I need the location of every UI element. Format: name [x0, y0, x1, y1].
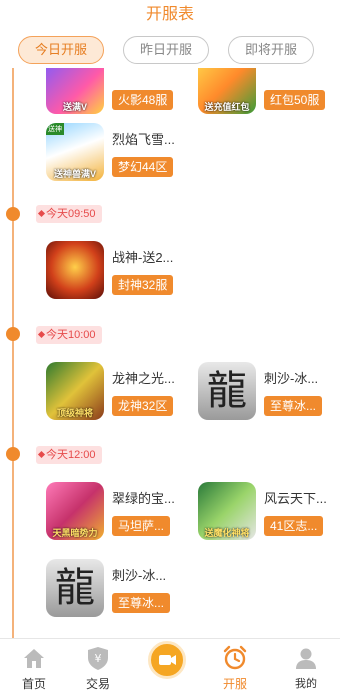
server-timeline[interactable]: 送满V 火影48服 送充值红包 红包50服 送神 送神兽满V 烈焰飞雪... 梦… [0, 68, 340, 638]
center-video-button[interactable] [148, 641, 186, 679]
shield-yen-icon: ¥ [88, 647, 108, 670]
game-name: 翠绿的宝... [112, 491, 175, 506]
game-icon: 龍 [198, 362, 256, 420]
time-tag: 今天12:00 [36, 446, 102, 464]
server-badge[interactable]: 红包50服 [264, 90, 326, 110]
game-icon: 龍 [46, 559, 104, 617]
game-card[interactable]: 送神 送神兽满V 烈焰飞雪... 梦幻44区 [46, 123, 186, 185]
game-icon: 顶级神将 [46, 362, 104, 420]
game-card[interactable]: 顶级神将 龙神之光... 龙神32区 [46, 362, 186, 424]
game-icon: 送满V [46, 68, 104, 114]
server-badge[interactable]: 龙神32区 [112, 396, 174, 416]
server-badge[interactable]: 火影48服 [112, 90, 174, 110]
timeline-line [12, 68, 14, 638]
game-icon: 送魔化神将 [198, 482, 256, 540]
date-tabs: 今日开服 昨日开服 即将开服 [0, 36, 340, 66]
server-badge[interactable]: 41区志... [264, 516, 324, 536]
tab-today[interactable]: 今日开服 [18, 36, 104, 64]
server-badge[interactable]: 梦幻44区 [112, 157, 174, 177]
time-tag: 今天10:00 [36, 326, 102, 344]
game-card[interactable]: 送充值红包 红包50服 [198, 68, 338, 118]
timeline-dot [6, 447, 20, 461]
timeline-dot [6, 207, 20, 221]
game-name: 风云天下... [264, 491, 327, 506]
game-card[interactable]: 送魔化神将 风云天下... 41区志... [198, 482, 338, 544]
game-card[interactable]: 龍 刺沙-冰... 至尊冰... [198, 362, 338, 424]
nav-open-server[interactable]: 开服 [201, 639, 269, 691]
svg-text:¥: ¥ [95, 652, 102, 665]
time-tag: 今天09:50 [36, 205, 102, 223]
page-title: 开服表 [145, 6, 194, 23]
video-icon [159, 655, 176, 665]
game-card[interactable]: 送满V 火影48服 [46, 68, 186, 118]
game-icon: 天黑暗势力 [46, 482, 104, 540]
game-name: 刺沙-冰... [264, 371, 319, 386]
game-icon: 送充值红包 [198, 68, 256, 114]
server-badge[interactable]: 至尊冰... [264, 396, 323, 416]
nav-mine[interactable]: 我的 [272, 639, 340, 691]
home-icon [24, 649, 44, 668]
server-badge[interactable]: 马坦萨... [112, 516, 171, 536]
game-icon: 送神 送神兽满V [46, 123, 104, 181]
game-card[interactable]: 龍 刺沙-冰... 至尊冰... [46, 559, 186, 621]
alarm-clock-icon [223, 645, 247, 670]
game-name: 烈焰飞雪... [112, 132, 175, 147]
server-badge[interactable]: 至尊冰... [112, 593, 171, 613]
tab-upcoming[interactable]: 即将开服 [228, 36, 314, 64]
game-card[interactable]: 天黑暗势力 翠绿的宝... 马坦萨... [46, 482, 186, 544]
user-icon [296, 648, 316, 669]
nav-trade[interactable]: ¥ 交易 [64, 639, 132, 691]
game-card[interactable]: 战神-送2... 封神32服 [46, 241, 186, 303]
game-name: 战神-送2... [112, 250, 174, 265]
game-icon [46, 241, 104, 299]
page-header: 开服表 [0, 0, 340, 30]
game-name: 龙神之光... [112, 371, 175, 386]
timeline-dot [6, 327, 20, 341]
nav-home[interactable]: 首页 [0, 639, 68, 691]
server-badge[interactable]: 封神32服 [112, 275, 174, 295]
game-name: 刺沙-冰... [112, 568, 167, 583]
tab-yesterday[interactable]: 昨日开服 [123, 36, 209, 64]
